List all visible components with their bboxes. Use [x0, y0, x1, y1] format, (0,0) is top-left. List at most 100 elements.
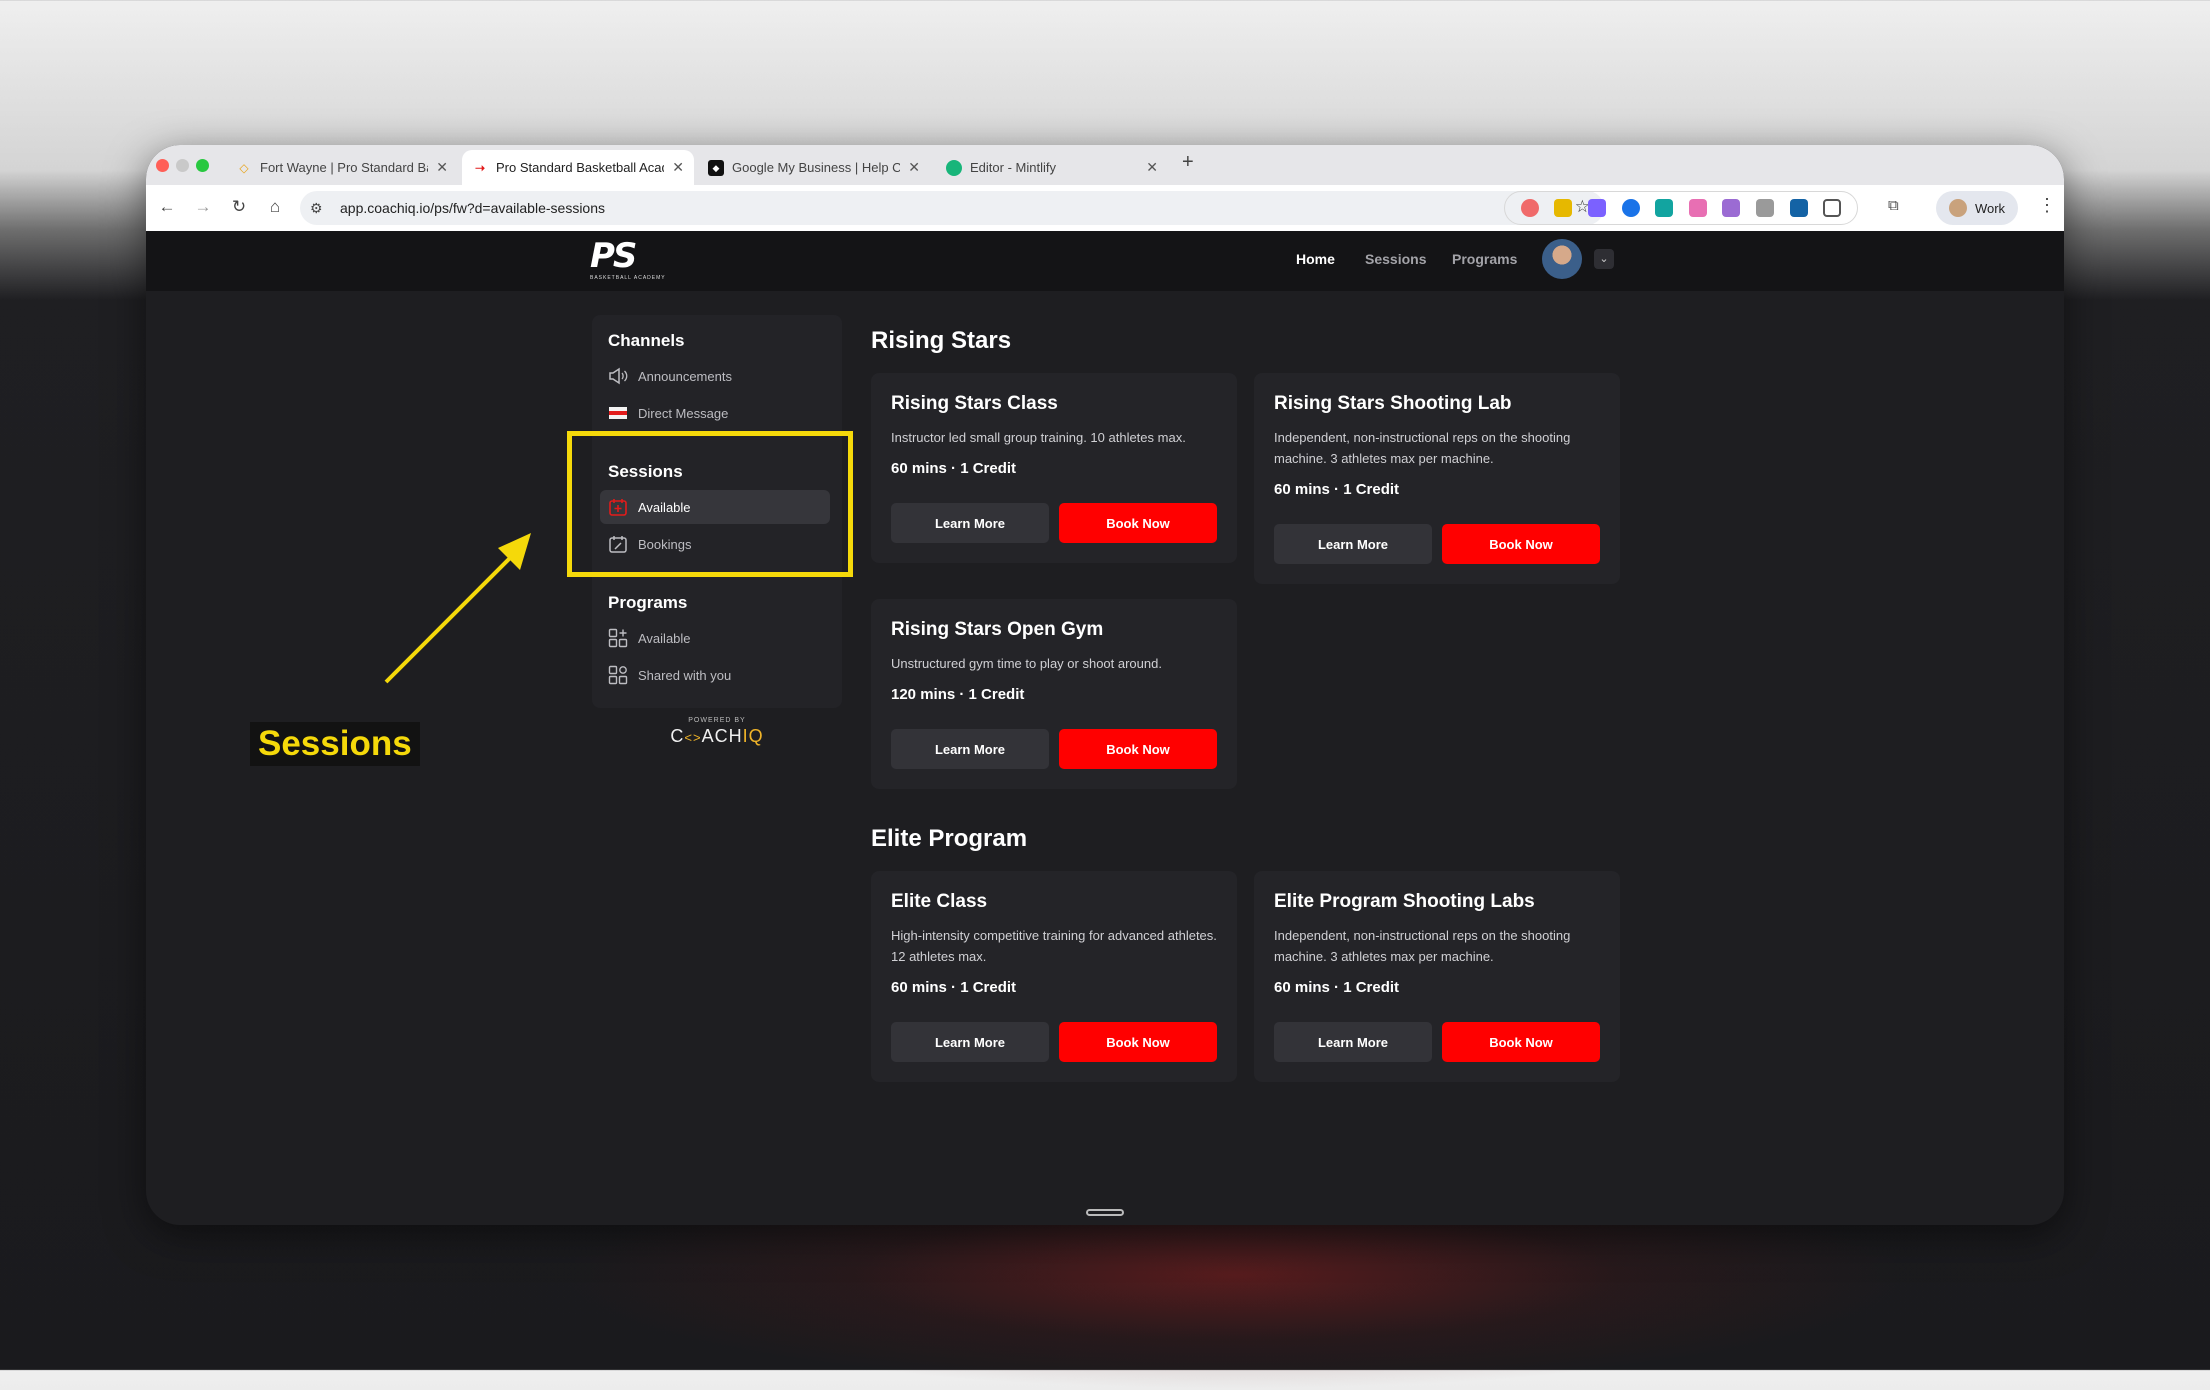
- book-now-button[interactable]: Book Now: [1059, 729, 1217, 769]
- card-title: Elite Class: [891, 891, 988, 912]
- extension-icon[interactable]: [1655, 199, 1674, 217]
- grid-plus-icon: [608, 628, 628, 648]
- annotation-highlight-box: [567, 431, 853, 577]
- new-tab-icon[interactable]: +: [1182, 151, 1194, 174]
- back-arrow-icon[interactable]: ←: [156, 197, 178, 217]
- sidebar-item-label: Direct Message: [638, 405, 729, 421]
- card-meta: 60 mins · 1 Credit: [891, 979, 1017, 996]
- section-title: Rising Stars: [871, 327, 1012, 354]
- channels-heading: Channels: [608, 331, 685, 350]
- learn-more-button[interactable]: Learn More: [891, 1022, 1049, 1062]
- extension-icon[interactable]: [1688, 199, 1707, 217]
- extension-icon[interactable]: [1587, 199, 1606, 217]
- tab-bar: ◇ Fort Wayne | Pro Standard Ba ✕ ➝ Pro S…: [146, 145, 2064, 185]
- session-card: Rising Stars Open Gym Unstructured gym t…: [871, 599, 1237, 789]
- card-title: Rising Stars Shooting Lab: [1274, 393, 1512, 414]
- sidebar-item-label: Available: [638, 630, 691, 646]
- logo-text: PS: [590, 236, 637, 276]
- browser-menu-icon[interactable]: ⋮: [2038, 195, 2056, 216]
- coachiq-logo: C<>ACHIQ: [670, 726, 764, 746]
- nav-programs[interactable]: Programs: [1452, 251, 1517, 267]
- book-now-button[interactable]: Book Now: [1059, 503, 1217, 543]
- chevron-down-icon[interactable]: ⌄: [1594, 249, 1614, 269]
- tab-title: Fort Wayne | Pro Standard Ba: [260, 160, 429, 175]
- home-icon[interactable]: ⌂: [264, 197, 286, 217]
- learn-more-button[interactable]: Learn More: [891, 503, 1049, 543]
- card-description: Independent, non-instructional reps on t…: [1274, 430, 1571, 466]
- close-icon[interactable]: ✕: [436, 159, 448, 176]
- book-now-button[interactable]: Book Now: [1442, 1022, 1600, 1062]
- powered-by-coachiq[interactable]: POWERED BY C<>ACHIQ: [592, 717, 842, 747]
- card-description: Independent, non-instructional reps on t…: [1274, 928, 1571, 964]
- card-title: Rising Stars Class: [891, 393, 1058, 414]
- logo-subtext: BASKETBALL ACADEMY: [590, 275, 666, 281]
- session-card: Rising Stars Class Instructor led small …: [871, 373, 1237, 563]
- sidebar-item-label: Shared with you: [638, 667, 732, 683]
- ps-favicon-icon: ➝: [474, 160, 486, 175]
- card-title: Rising Stars Open Gym: [891, 619, 1104, 640]
- profile-avatar: [1948, 199, 1967, 217]
- sidebar-item-programs-available[interactable]: Available: [600, 621, 830, 655]
- tab-title: Pro Standard Basketball Acad: [496, 160, 665, 175]
- extension-icon[interactable]: [1554, 199, 1573, 217]
- browser-tab[interactable]: ◇ Fort Wayne | Pro Standard Ba ✕: [226, 150, 458, 185]
- browser-tab[interactable]: Editor - Mintlify ✕: [936, 150, 1168, 185]
- card-meta: 120 mins · 1 Credit: [891, 686, 1025, 703]
- extension-icon[interactable]: [1722, 199, 1741, 217]
- session-card: Elite Program Shooting Labs Independent,…: [1254, 871, 1620, 1082]
- minimize-window-button[interactable]: [176, 159, 189, 172]
- gmb-favicon-icon: ◆: [708, 159, 724, 176]
- book-now-button[interactable]: Book Now: [1059, 1022, 1217, 1062]
- camera-extension-icon[interactable]: [1755, 199, 1774, 217]
- nav-sessions[interactable]: Sessions: [1365, 251, 1426, 267]
- tab-title: Google My Business | Help Ce: [732, 160, 901, 175]
- powered-by-label: POWERED BY: [688, 717, 746, 724]
- grid-share-icon: [608, 665, 628, 685]
- diamond-favicon-icon: ◇: [239, 160, 249, 175]
- section-title: Elite Program: [871, 825, 1028, 852]
- sidebar-item-announcements[interactable]: Announcements: [600, 359, 830, 393]
- learn-more-button[interactable]: Learn More: [1274, 1022, 1432, 1062]
- session-card: Elite Class High-intensity competitive t…: [871, 871, 1237, 1082]
- tab-search-icon[interactable]: ⧉: [1888, 197, 1899, 214]
- site-settings-icon[interactable]: ⚙: [310, 200, 332, 217]
- url-field[interactable]: ⚙ app.coachiq.io/ps/fw?d=available-sessi…: [300, 191, 1604, 225]
- book-now-button[interactable]: Book Now: [1442, 524, 1600, 564]
- close-icon[interactable]: ✕: [672, 159, 684, 176]
- ps-logo[interactable]: PS BASKETBALL ACADEMY: [590, 239, 670, 281]
- browser-tab-active[interactable]: ➝ Pro Standard Basketball Acad ✕: [462, 150, 694, 185]
- sidebar-item-shared-with-you[interactable]: Shared with you: [600, 658, 830, 692]
- puzzle-extensions-icon[interactable]: [1823, 199, 1842, 217]
- address-bar: ← → ↻ ⌂ ⚙ app.coachiq.io/ps/fw?d=availab…: [146, 185, 2064, 232]
- programs-heading: Programs: [608, 593, 688, 612]
- close-icon[interactable]: ✕: [908, 159, 920, 176]
- annotation-label: Sessions: [250, 722, 420, 766]
- url-text: app.coachiq.io/ps/fw?d=available-session…: [340, 200, 605, 216]
- close-icon[interactable]: ✕: [1146, 159, 1158, 176]
- sidebar-item-label: Announcements: [638, 368, 732, 384]
- card-description: Instructor led small group training. 10 …: [891, 430, 1186, 445]
- mintlify-favicon-icon: [946, 159, 962, 176]
- forward-arrow-icon[interactable]: →: [192, 197, 214, 217]
- profile-chip[interactable]: Work: [1936, 191, 2018, 225]
- nav-home[interactable]: Home: [1296, 251, 1335, 267]
- card-meta: 60 mins · 1 Credit: [891, 460, 1017, 477]
- close-window-button[interactable]: [156, 159, 169, 172]
- sidebar-item-direct-message[interactable]: Direct Message: [600, 396, 830, 430]
- extension-icon[interactable]: [1789, 199, 1808, 217]
- learn-more-button[interactable]: Learn More: [891, 729, 1049, 769]
- card-meta: 60 mins · 1 Credit: [1274, 481, 1400, 498]
- maximize-window-button[interactable]: [196, 159, 209, 172]
- reload-icon[interactable]: ↻: [228, 197, 250, 217]
- profile-label: Work: [1974, 200, 2006, 216]
- browser-window: ◇ Fort Wayne | Pro Standard Ba ✕ ➝ Pro S…: [146, 145, 2064, 1225]
- learn-more-button[interactable]: Learn More: [1274, 524, 1432, 564]
- extension-icon[interactable]: [1621, 199, 1640, 217]
- asana-extension-icon[interactable]: [1520, 199, 1539, 217]
- card-meta: 60 mins · 1 Credit: [1274, 979, 1400, 996]
- direct-message-icon: [608, 403, 628, 423]
- browser-tab[interactable]: ◆ Google My Business | Help Ce ✕: [698, 150, 930, 185]
- scroll-handle[interactable]: [1086, 1209, 1124, 1216]
- session-card: Rising Stars Shooting Lab Independent, n…: [1254, 373, 1620, 584]
- user-avatar[interactable]: [1542, 239, 1582, 279]
